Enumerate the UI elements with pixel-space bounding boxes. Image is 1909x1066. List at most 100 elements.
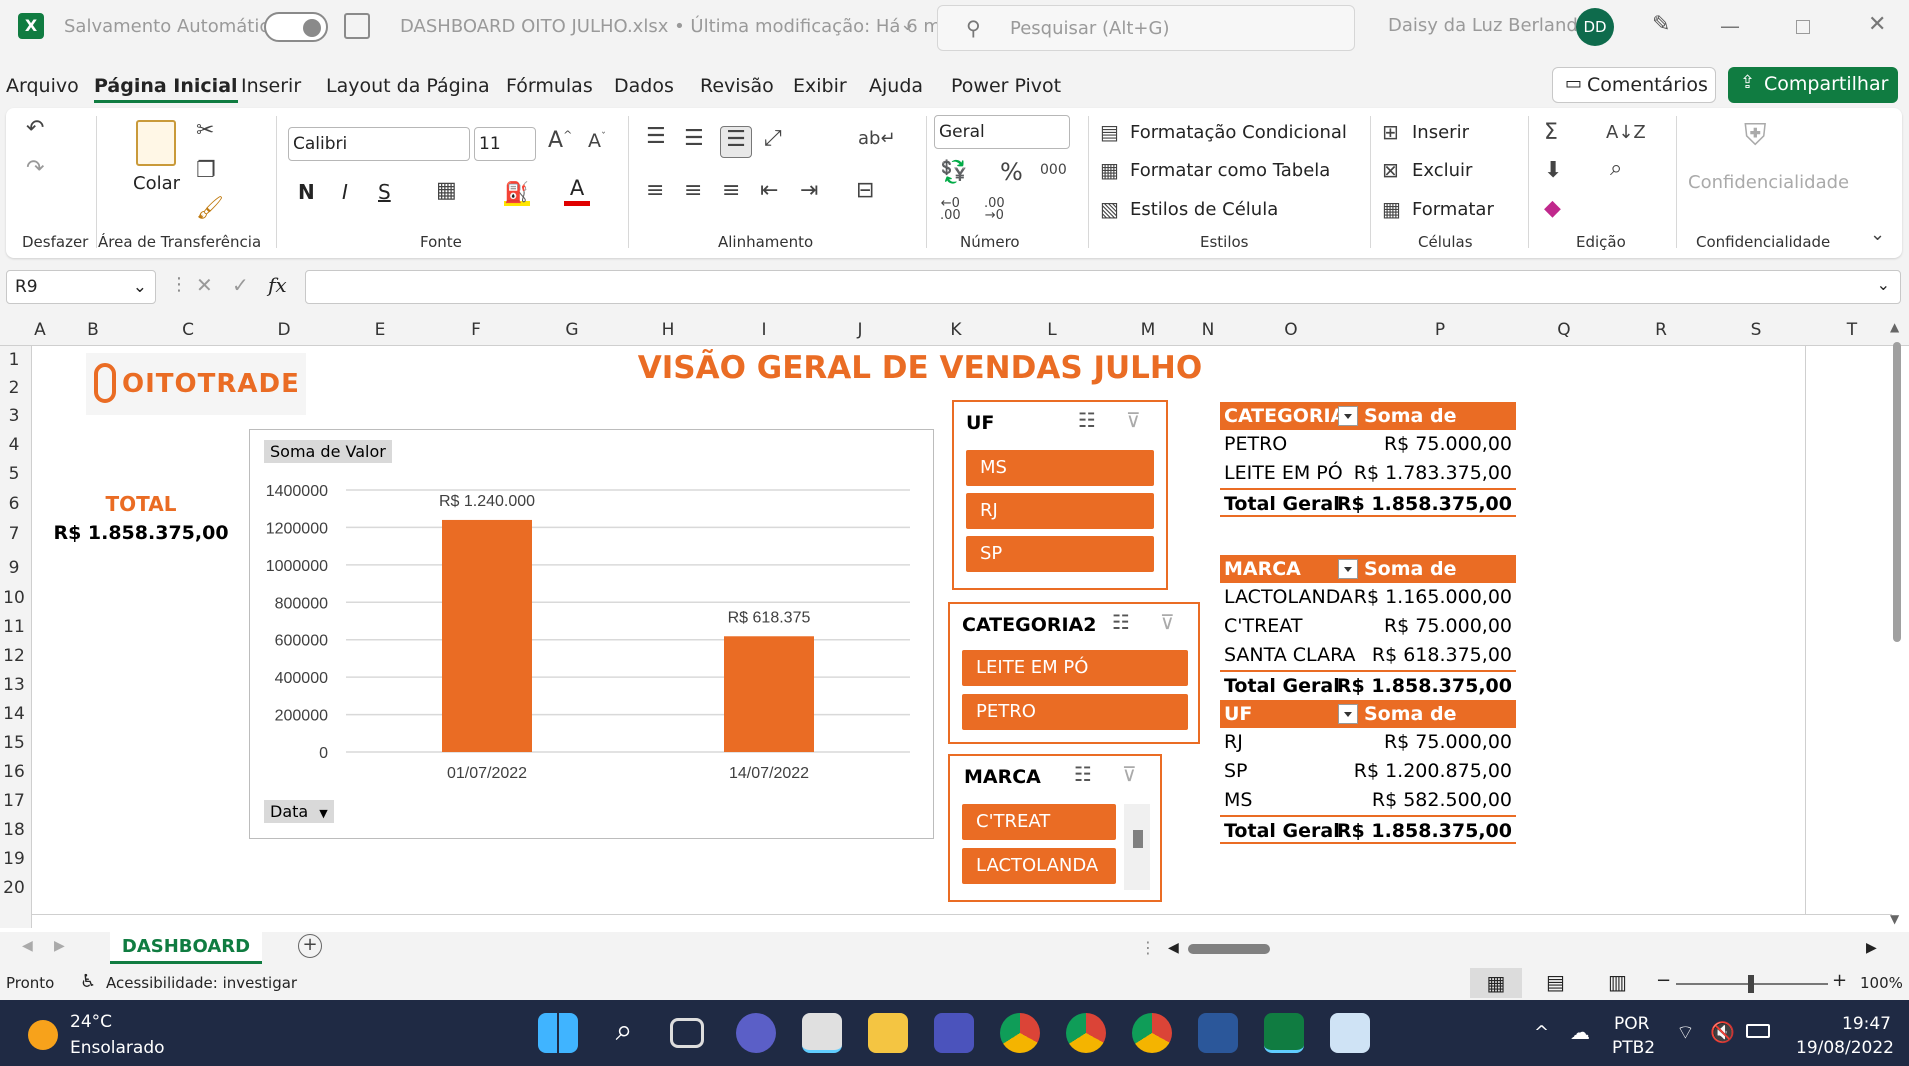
align-center-icon[interactable]: ≡: [684, 178, 702, 203]
column-header[interactable]: L: [1047, 320, 1056, 340]
volume-icon[interactable]: 🔇: [1710, 1020, 1735, 1044]
paste-icon[interactable]: [136, 120, 176, 166]
chevron-down-icon[interactable]: ⌄: [900, 14, 915, 35]
pivot-row[interactable]: PETRO R$ 75.000,00: [1220, 430, 1516, 459]
language-secondary[interactable]: PTB2: [1612, 1038, 1655, 1058]
excel-icon[interactable]: [1264, 1013, 1304, 1053]
slicer-categoria2[interactable]: CATEGORIA2 ☷ ⊽ LEITE EM PÓ PETRO: [948, 602, 1200, 744]
tab-arquivo[interactable]: Arquivo: [6, 75, 79, 97]
paste-label[interactable]: Colar: [133, 173, 180, 194]
confidentiality-button[interactable]: Confidencialidade: [1688, 172, 1849, 193]
chrome-profile-icon[interactable]: [1066, 1013, 1106, 1053]
conditional-format-button[interactable]: Formatação Condicional: [1130, 122, 1347, 143]
currency-icon[interactable]: 💱: [940, 160, 967, 185]
row-header[interactable]: 2: [0, 378, 28, 398]
comments-button[interactable]: ▭ Comentários: [1552, 67, 1716, 103]
column-header[interactable]: P: [1435, 320, 1445, 340]
row-header[interactable]: 19: [0, 849, 28, 869]
pen-icon[interactable]: ✎: [1652, 12, 1670, 37]
language-primary[interactable]: POR: [1614, 1014, 1649, 1034]
more-icon[interactable]: ⋮: [170, 274, 188, 295]
slicer-categoria2-item[interactable]: PETRO: [962, 694, 1188, 730]
redo-icon[interactable]: ↷: [26, 156, 44, 181]
sheet-tab-dashboard[interactable]: DASHBOARD: [110, 932, 262, 964]
teams-icon[interactable]: [934, 1013, 974, 1053]
sort-filter-icon[interactable]: A↓Z: [1606, 122, 1646, 143]
bold-button[interactable]: N: [298, 180, 315, 204]
align-top-icon[interactable]: ☰: [646, 124, 666, 149]
snipping-tool-icon[interactable]: [802, 1013, 842, 1053]
tab-pagina-inicial[interactable]: Página Inicial: [94, 75, 238, 103]
align-left-icon[interactable]: ≡: [646, 178, 664, 203]
underline-button[interactable]: S: [378, 180, 391, 204]
slicer-uf[interactable]: UF ☷ ⊽ MS RJ SP: [952, 400, 1168, 590]
pivot-marca[interactable]: MARCA Soma de Valor LACTOLANDA R$ 1.165.0…: [1220, 555, 1516, 699]
borders-icon[interactable]: ▦: [436, 178, 457, 203]
pivot-total-row[interactable]: Total Geral R$ 1.858.375,00: [1220, 488, 1516, 517]
column-header[interactable]: M: [1141, 320, 1156, 340]
pivot-total-row[interactable]: Total Geral R$ 1.858.375,00: [1220, 815, 1516, 844]
align-middle-icon[interactable]: ☰: [684, 126, 704, 151]
column-header[interactable]: G: [565, 320, 578, 340]
search-box[interactable]: ⚲ Pesquisar (Alt+G): [937, 5, 1355, 51]
format-cells-button[interactable]: Formatar: [1412, 199, 1494, 220]
row-header[interactable]: 20: [0, 878, 28, 898]
cell-styles-button[interactable]: Estilos de Célula: [1130, 199, 1278, 220]
decrease-decimal-icon[interactable]: .00 →0: [984, 197, 1005, 222]
pivot-row[interactable]: SANTA CLARA R$ 618.375,00: [1220, 641, 1516, 670]
tab-exibir[interactable]: Exibir: [793, 75, 847, 97]
row-header[interactable]: 10: [0, 588, 28, 608]
slicer-categoria2-item[interactable]: LEITE EM PÓ: [962, 650, 1188, 686]
font-name-combo[interactable]: Calibri: [288, 127, 470, 161]
column-header[interactable]: N: [1202, 320, 1215, 340]
next-sheet-icon[interactable]: ▶: [54, 938, 65, 954]
decrease-indent-icon[interactable]: ⇤: [760, 178, 778, 203]
row-header[interactable]: 12: [0, 646, 28, 666]
column-header[interactable]: R: [1655, 320, 1667, 340]
tab-layout[interactable]: Layout da Página: [326, 75, 490, 97]
column-header[interactable]: O: [1284, 320, 1297, 340]
decrease-font-icon[interactable]: Aˇ: [588, 130, 606, 152]
filter-dropdown-icon[interactable]: [1338, 406, 1358, 426]
chrome-icon[interactable]: [1000, 1013, 1040, 1053]
column-header[interactable]: C: [182, 320, 194, 340]
clear-filter-icon[interactable]: ⊽: [1126, 408, 1141, 432]
pivot-row[interactable]: LACTOLANDA R$ 1.165.000,00: [1220, 583, 1516, 612]
row-header[interactable]: 9: [0, 558, 28, 578]
scroll-thumb[interactable]: [1893, 342, 1901, 642]
format-table-icon[interactable]: ▦: [1100, 158, 1119, 182]
font-color-icon[interactable]: A: [564, 176, 590, 206]
row-header[interactable]: 6: [0, 494, 28, 514]
pivot-categoria[interactable]: CATEGORIA Soma de Valor PETRO R$ 75.000,0…: [1220, 402, 1516, 517]
row-header[interactable]: 3: [0, 406, 28, 426]
restore-icon[interactable]: [1796, 20, 1810, 34]
copy-icon[interactable]: ❐: [196, 158, 216, 183]
zoom-in-icon[interactable]: +: [1832, 970, 1847, 991]
task-view-icon[interactable]: [670, 1018, 704, 1048]
cloud-icon[interactable]: ☁: [1570, 1020, 1590, 1044]
column-header[interactable]: Q: [1557, 320, 1570, 340]
format-cells-icon[interactable]: ▦: [1382, 197, 1401, 221]
filter-dropdown-icon[interactable]: [1338, 704, 1358, 724]
zoom-level[interactable]: 100%: [1860, 974, 1903, 992]
font-size-combo[interactable]: 11: [474, 127, 536, 161]
scroll-down-icon[interactable]: ▼: [1890, 912, 1899, 926]
chat-icon[interactable]: [736, 1013, 776, 1053]
scroll-right-icon[interactable]: ▶: [1866, 940, 1877, 956]
slicer-scrollbar[interactable]: [1124, 804, 1150, 890]
calculator-icon[interactable]: [1330, 1013, 1370, 1053]
row-header[interactable]: 1: [0, 350, 28, 370]
tab-ajuda[interactable]: Ajuda: [869, 75, 923, 97]
tab-power-pivot[interactable]: Power Pivot: [951, 75, 1061, 97]
increase-font-icon[interactable]: A^: [548, 128, 572, 153]
row-header[interactable]: 14: [0, 704, 28, 724]
slicer-marca-item[interactable]: LACTOLANDA: [962, 848, 1116, 884]
conditional-format-icon[interactable]: ▤: [1100, 120, 1119, 144]
delete-cells-button[interactable]: Excluir: [1412, 160, 1472, 181]
filter-dropdown-icon[interactable]: [1338, 559, 1358, 579]
pivot-row[interactable]: SP R$ 1.200.875,00: [1220, 757, 1516, 786]
battery-icon[interactable]: [1746, 1024, 1770, 1038]
wifi-icon[interactable]: ⌔: [1676, 1020, 1695, 1045]
fill-color-icon[interactable]: ⛽: [504, 180, 530, 206]
fx-icon[interactable]: fx: [268, 273, 287, 297]
